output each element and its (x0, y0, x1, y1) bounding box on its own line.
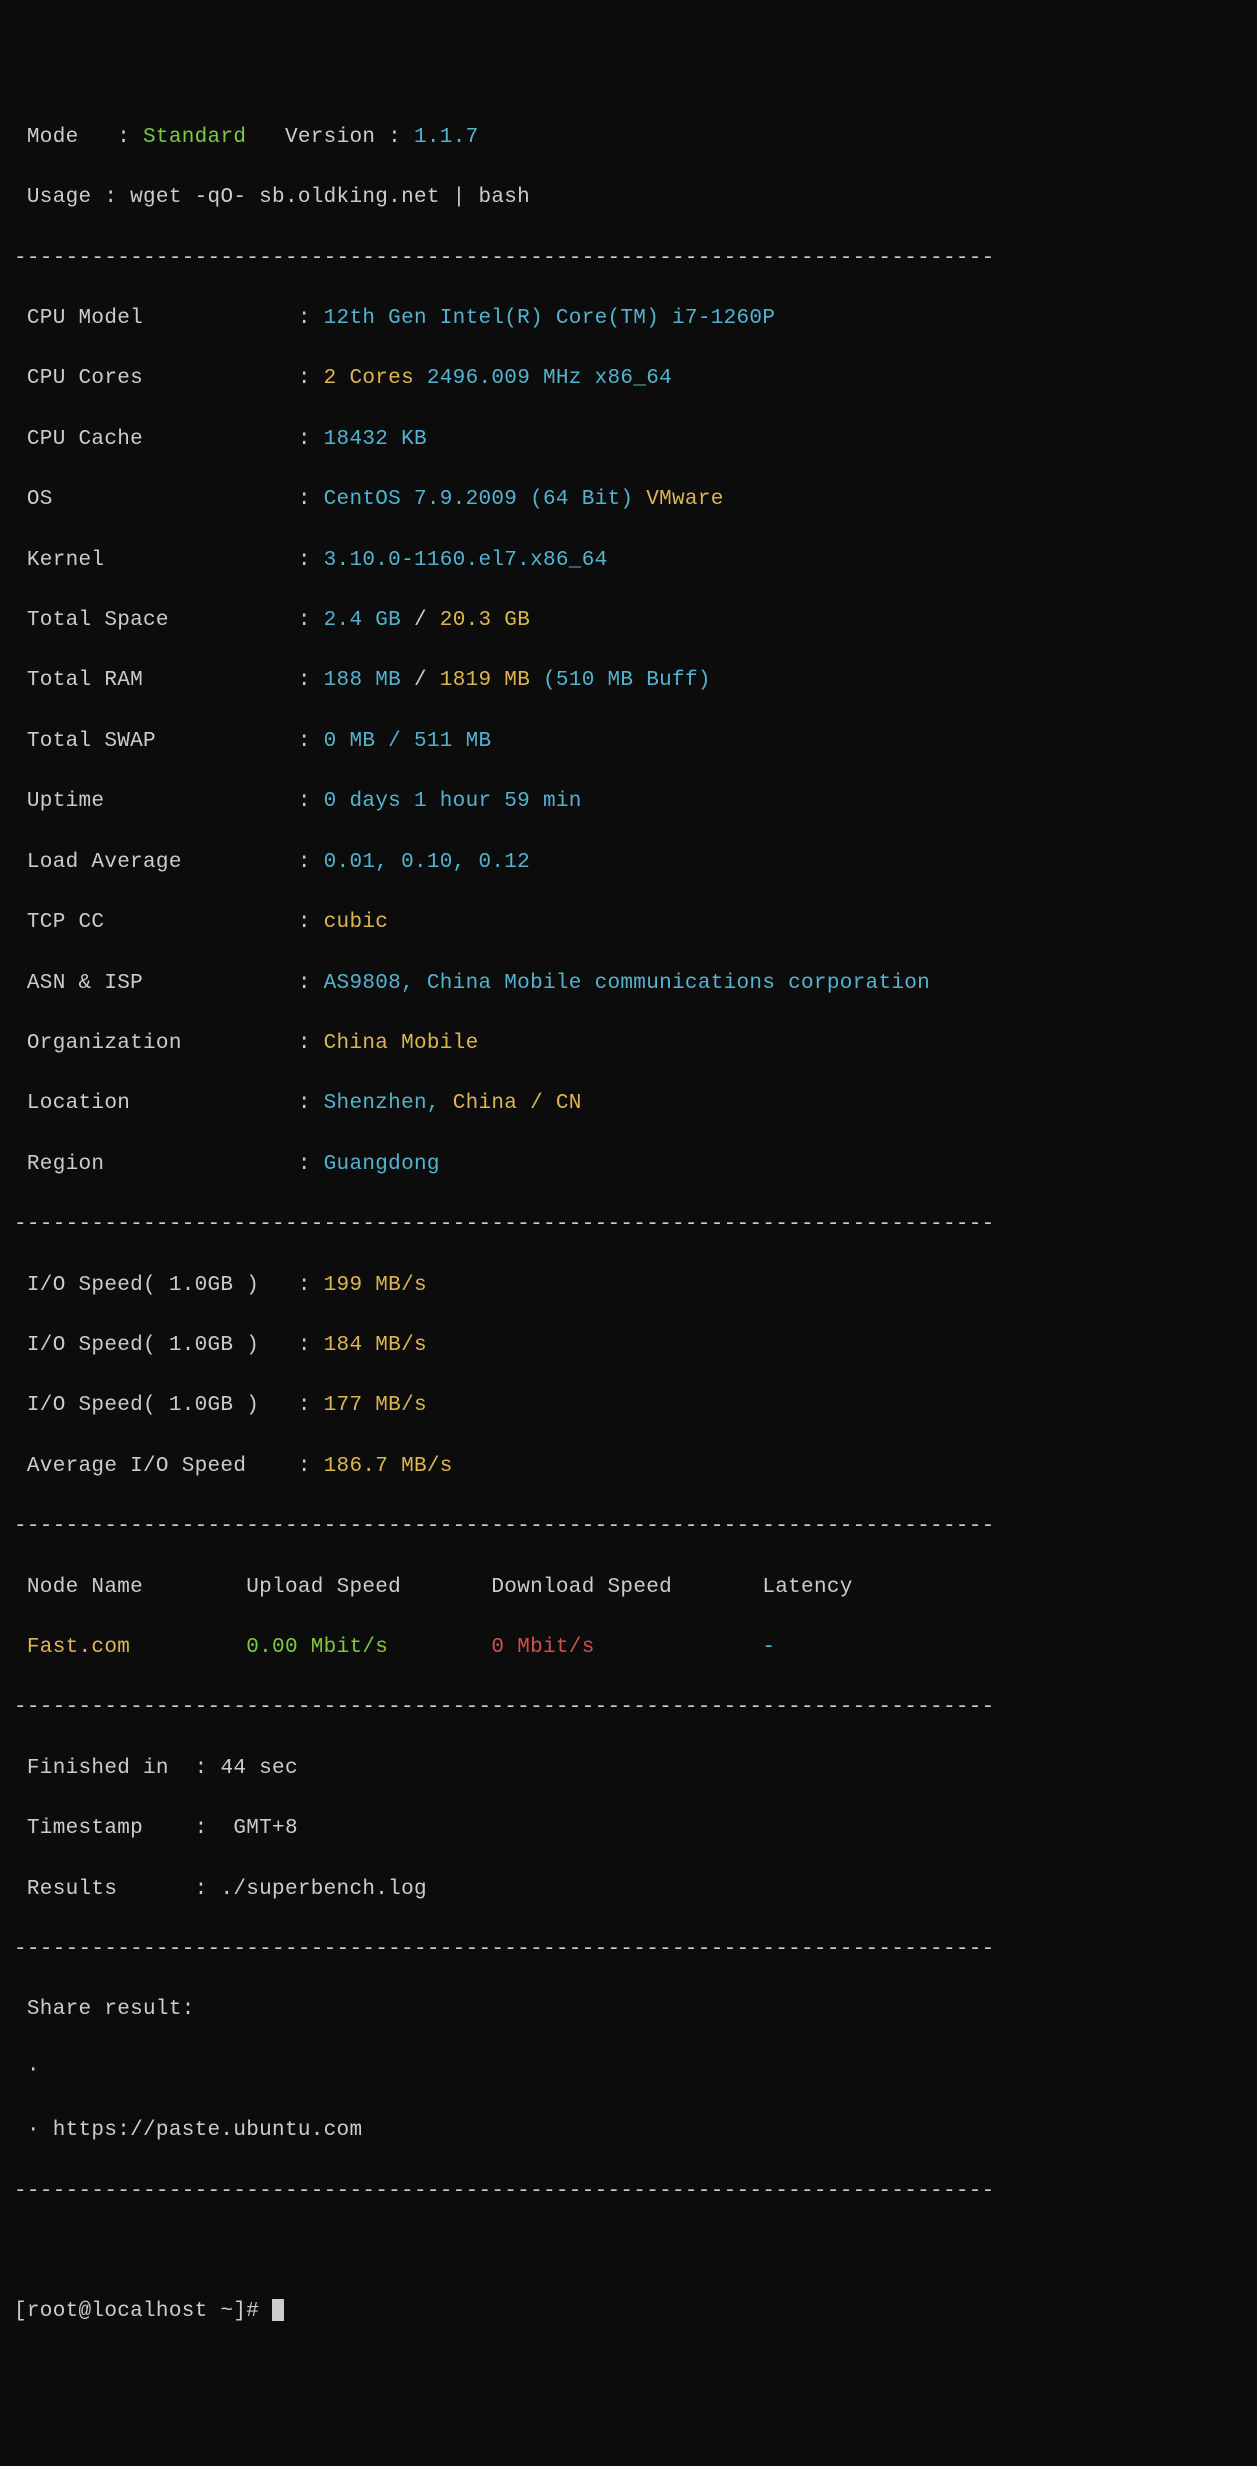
io-test2-label: I/O Speed( 1.0GB ) : (14, 1334, 324, 1357)
space-total: 20.3 GB (440, 609, 530, 632)
shell-prompt[interactable]: [root@localhost ~]# (14, 2300, 272, 2323)
results-label: Results : (14, 1878, 220, 1901)
divider: ----------------------------------------… (14, 1210, 1243, 1240)
divider: ----------------------------------------… (14, 1935, 1243, 1965)
net-hdr-node: Node Name (14, 1576, 246, 1599)
cpu-model-value: 12th Gen Intel(R) Core(TM) i7-1260P (324, 307, 776, 330)
os-label: OS : (14, 488, 324, 511)
ram-sep: / (414, 669, 440, 692)
space-sep: / (414, 609, 440, 632)
region-label: Region : (14, 1153, 324, 1176)
cursor-icon (272, 2299, 284, 2321)
uptime-label: Uptime : (14, 790, 324, 813)
share-bullet: · (14, 2056, 1243, 2086)
os-value: CentOS 7.9.2009 (64 Bit) (324, 488, 647, 511)
net-row-up: 0.00 Mbit/s (246, 1636, 491, 1659)
region-value: Guangdong (324, 1153, 440, 1176)
org-value: China Mobile (324, 1032, 479, 1055)
version-label: Version : (246, 126, 414, 149)
swap-value: 0 MB / 511 MB (324, 730, 492, 753)
cpu-cache-label: CPU Cache : (14, 428, 324, 451)
io-test2-value: 184 MB/s (324, 1334, 427, 1357)
ram-total: 1819 MB (440, 669, 543, 692)
timestamp-value: GMT+8 (220, 1817, 297, 1840)
loc-city: Shenzhen, (324, 1092, 453, 1115)
kernel-value: 3.10.0-1160.el7.x86_64 (324, 549, 608, 572)
cpu-cores-label: CPU Cores : (14, 367, 324, 390)
loc-country: China / CN (453, 1092, 582, 1115)
net-hdr-up: Upload Speed (246, 1576, 491, 1599)
ram-used: 188 MB (324, 669, 414, 692)
ram-label: Total RAM : (14, 669, 324, 692)
io-test3-value: 177 MB/s (324, 1394, 427, 1417)
space-label: Total Space : (14, 609, 324, 632)
divider: ----------------------------------------… (14, 1512, 1243, 1542)
asn-value: AS9808, China Mobile communications corp… (324, 972, 930, 995)
io-test1-value: 199 MB/s (324, 1274, 427, 1297)
space-used: 2.4 GB (324, 609, 414, 632)
tcp-value: cubic (324, 911, 389, 934)
net-row-down: 0 Mbit/s (491, 1636, 736, 1659)
net-row-node: Fast.com (14, 1636, 246, 1659)
asn-label: ASN & ISP : (14, 972, 324, 995)
usage-label: Usage : (14, 186, 130, 209)
version-value: 1.1.7 (414, 126, 479, 149)
swap-label: Total SWAP : (14, 730, 324, 753)
mode-value: Standard (143, 126, 246, 149)
io-avg-label: Average I/O Speed : (14, 1455, 324, 1478)
kernel-label: Kernel : (14, 549, 324, 572)
cpu-cache-value: 18432 KB (324, 428, 427, 451)
io-test3-label: I/O Speed( 1.0GB ) : (14, 1394, 324, 1417)
divider: ----------------------------------------… (14, 244, 1243, 274)
share-url: · https://paste.ubuntu.com (14, 2116, 1243, 2146)
ram-buff: (510 MB Buff) (543, 669, 711, 692)
org-label: Organization : (14, 1032, 324, 1055)
net-hdr-lat: Latency (737, 1576, 853, 1599)
load-label: Load Average : (14, 851, 324, 874)
os-virt: VMware (646, 488, 723, 511)
loc-label: Location : (14, 1092, 324, 1115)
results-value: ./superbench.log (220, 1878, 426, 1901)
finished-label: Finished in : (14, 1757, 220, 1780)
mode-label: Mode : (14, 126, 143, 149)
load-value: 0.01, 0.10, 0.12 (324, 851, 530, 874)
cpu-cores-freq: 2496.009 MHz x86_64 (427, 367, 672, 390)
cpu-model-label: CPU Model : (14, 307, 324, 330)
divider: ----------------------------------------… (14, 1693, 1243, 1723)
uptime-value: 0 days 1 hour 59 min (324, 790, 582, 813)
tcp-label: TCP CC : (14, 911, 324, 934)
io-test1-label: I/O Speed( 1.0GB ) : (14, 1274, 324, 1297)
usage-command: wget -qO- sb.oldking.net | bash (130, 186, 530, 209)
cpu-cores-count: 2 Cores (324, 367, 427, 390)
net-row-lat: - (737, 1636, 802, 1659)
io-avg-value: 186.7 MB/s (324, 1455, 453, 1478)
finished-value: 44 sec (220, 1757, 297, 1780)
share-label: Share result: (14, 1995, 1243, 2025)
timestamp-label: Timestamp : (14, 1817, 220, 1840)
net-hdr-down: Download Speed (491, 1576, 736, 1599)
divider: ----------------------------------------… (14, 2177, 1243, 2207)
